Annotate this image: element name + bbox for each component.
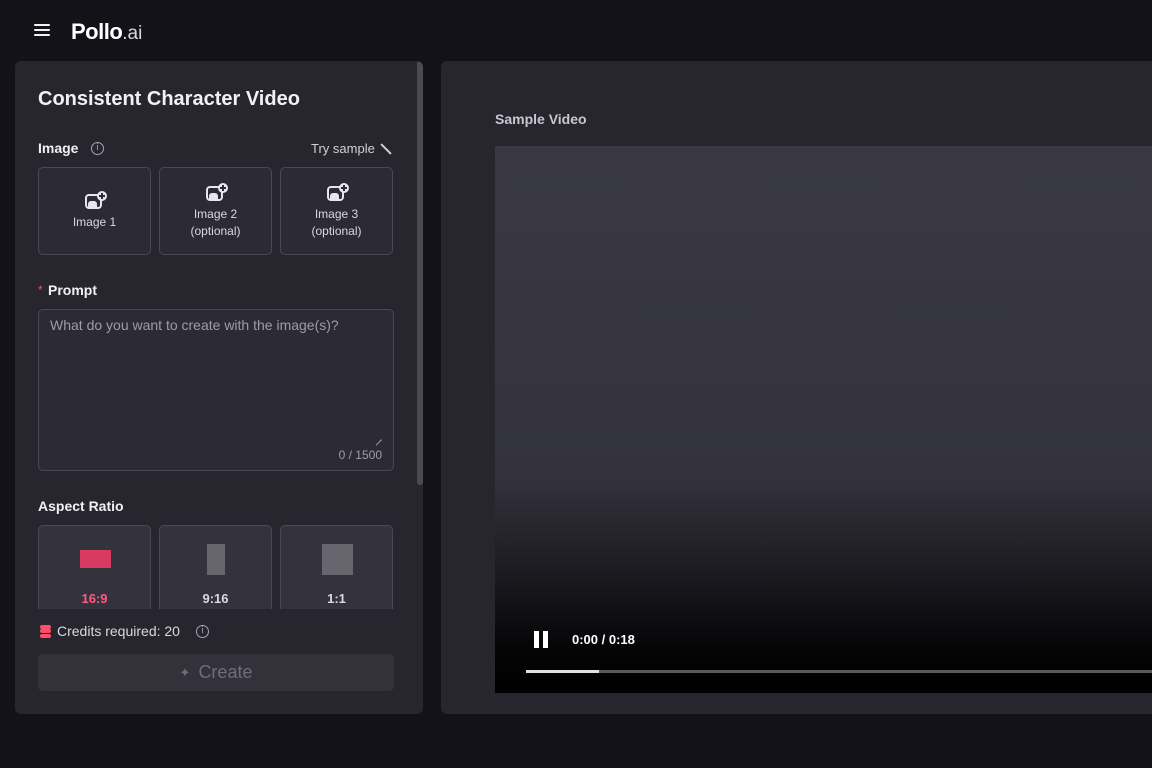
try-sample-button[interactable]: Try sample [311, 141, 392, 156]
create-button[interactable]: ✦ Create [38, 654, 394, 691]
page-title: Consistent Character Video [38, 88, 300, 110]
info-icon[interactable]: i [91, 142, 104, 155]
aspect-ratio-1-1-option[interactable]: 1:1 [280, 525, 393, 615]
prompt-placeholder: What do you want to create with the imag… [50, 317, 339, 333]
add-image-icon [205, 182, 228, 203]
top-bar: Pollo.ai [0, 0, 1152, 62]
credits-text: Credits required: 20 [57, 623, 180, 639]
square-ratio-icon [322, 544, 353, 575]
magic-wand-icon [380, 143, 392, 155]
hamburger-menu-icon[interactable] [33, 22, 51, 38]
sample-video-player[interactable]: 0:00 / 0:18 [495, 146, 1152, 693]
resize-handle-icon[interactable] [374, 432, 382, 440]
image-1-upload-slot[interactable]: Image 1 [38, 167, 151, 255]
info-icon[interactable]: i [195, 624, 209, 638]
sample-video-title: Sample Video [495, 111, 587, 127]
image-section-label: Image [38, 140, 79, 156]
prompt-label: Prompt [48, 282, 97, 298]
add-image-icon [84, 191, 107, 211]
logo[interactable]: Pollo.ai [71, 19, 142, 45]
scroll-fade [15, 609, 423, 615]
sample-video-panel: Sample Video 0:00 / 0:18 [441, 61, 1152, 714]
credits-required: Credits required: 20 i [40, 623, 209, 639]
aspect-ratio-16-9-option[interactable]: 16:9 [38, 525, 151, 615]
pause-icon[interactable] [532, 630, 552, 650]
sparkle-icon: ✦ [179, 664, 191, 680]
slot-label: Image 2 (optional) [190, 206, 241, 238]
slot-label: Image 3 (optional) [311, 206, 362, 238]
image-2-upload-slot[interactable]: Image 2 (optional) [159, 167, 272, 255]
aspect-ratio-label: Aspect Ratio [38, 498, 124, 514]
try-sample-label: Try sample [311, 141, 375, 156]
prompt-textarea[interactable]: What do you want to create with the imag… [38, 309, 394, 471]
aspect-ratio-9-16-option[interactable]: 9:16 [159, 525, 272, 615]
slot-label: Image 1 [72, 215, 117, 229]
portrait-ratio-icon [207, 544, 225, 575]
video-progress-fill [526, 670, 599, 673]
generation-form-panel: Consistent Character Video Image i Try s… [15, 61, 423, 714]
coins-icon [40, 624, 51, 638]
character-count: 0 / 1500 [338, 448, 382, 462]
panel-scrollbar[interactable] [417, 61, 423, 485]
image-3-upload-slot[interactable]: Image 3 (optional) [280, 167, 393, 255]
landscape-ratio-icon [80, 550, 111, 568]
ratio-label: 1:1 [327, 591, 346, 606]
add-image-icon [326, 182, 349, 203]
video-progress-bar[interactable] [526, 670, 1152, 673]
video-time: 0:00 / 0:18 [572, 632, 635, 647]
ratio-label: 9:16 [202, 591, 229, 606]
create-label: Create [198, 662, 253, 682]
ratio-label: 16:9 [81, 591, 108, 606]
required-marker: * [38, 283, 43, 297]
